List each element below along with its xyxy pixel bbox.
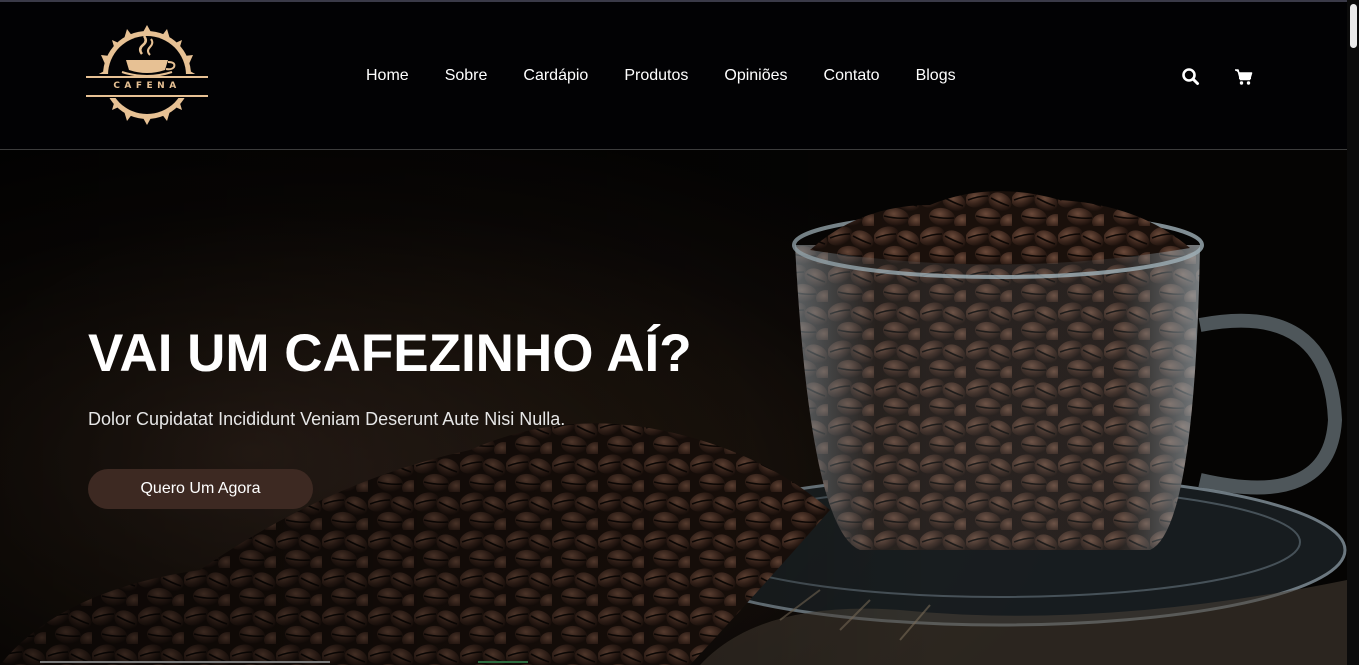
- hero-subtitle: Dolor Cupidatat Incididunt Veniam Deseru…: [88, 409, 566, 429]
- hero-section: VAI UM CAFEZINHO AÍ? Dolor Cupidatat Inc…: [0, 150, 1347, 665]
- bottom-progress-strip: [40, 661, 330, 663]
- page: CAFENA Home Sobre Cardápio Produtos Opin…: [0, 0, 1359, 665]
- cta-button[interactable]: Quero Um Agora: [88, 469, 313, 509]
- nav-item-sobre[interactable]: Sobre: [445, 64, 488, 88]
- bottom-accent-strip: [478, 661, 528, 663]
- logo-badge-icon: [86, 25, 208, 125]
- search-icon: [1182, 68, 1199, 85]
- search-button[interactable]: [1180, 66, 1202, 88]
- cart-button[interactable]: [1233, 66, 1255, 88]
- page-scrollbar[interactable]: [1347, 0, 1359, 665]
- nav-item-blogs[interactable]: Blogs: [916, 64, 956, 88]
- nav-item-contato[interactable]: Contato: [824, 64, 880, 88]
- logo-wordmark: CAFENA: [113, 81, 181, 91]
- shopping-cart-icon: [1235, 69, 1253, 85]
- nav-item-opinioes[interactable]: Opiniões: [724, 64, 787, 88]
- site-header: CAFENA Home Sobre Cardápio Produtos Opin…: [0, 2, 1347, 150]
- nav-item-home[interactable]: Home: [366, 64, 409, 88]
- nav-item-produtos[interactable]: Produtos: [624, 64, 688, 88]
- scrollbar-thumb[interactable]: [1350, 4, 1357, 48]
- main-nav: Home Sobre Cardápio Produtos Opiniões Co…: [366, 64, 992, 88]
- logo[interactable]: CAFENA: [86, 24, 208, 126]
- nav-item-cardapio[interactable]: Cardápio: [523, 64, 588, 88]
- hero-title: VAI UM CAFEZINHO AÍ?: [88, 324, 692, 383]
